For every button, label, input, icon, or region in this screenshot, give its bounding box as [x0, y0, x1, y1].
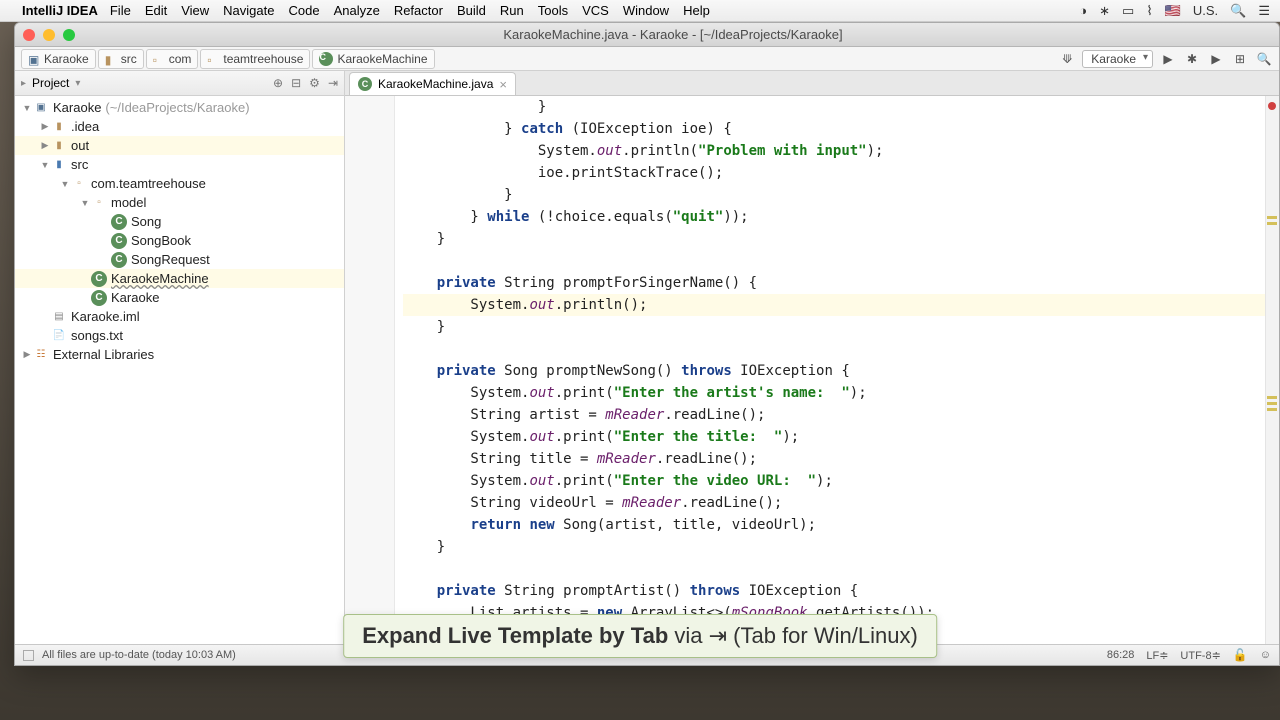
- warning-mark[interactable]: [1267, 396, 1277, 399]
- productivity-tooltip: Expand Live Template by Tab via ⇥ (Tab f…: [343, 614, 937, 658]
- crumb-class[interactable]: CKaraokeMachine: [312, 49, 434, 69]
- error-stripe[interactable]: [1265, 96, 1279, 644]
- panel-title: Project: [32, 76, 69, 90]
- caret-position[interactable]: 86:28: [1107, 649, 1135, 661]
- menu-vcs[interactable]: VCS: [582, 3, 609, 18]
- menu-analyze[interactable]: Analyze: [334, 3, 380, 18]
- editor-tabs: C KaraokeMachine.java ×: [345, 71, 1279, 96]
- window-minimize-button[interactable]: [43, 29, 55, 41]
- menu-window[interactable]: Window: [623, 3, 669, 18]
- tree-class-song[interactable]: CSong: [15, 212, 344, 231]
- wifi-icon[interactable]: ⌇: [1146, 3, 1152, 19]
- collapse-icon[interactable]: ⊟: [291, 76, 301, 90]
- editor: C KaraokeMachine.java × } }: [345, 71, 1279, 644]
- titlebar[interactable]: KaraokeMachine.java - Karaoke - [~/IdeaP…: [15, 23, 1279, 47]
- status-message: All files are up-to-date (today 10:03 AM…: [42, 649, 236, 661]
- navigation-bar: ▣Karaoke ▮src ▫com ▫teamtreehouse CKarao…: [15, 47, 1279, 71]
- gear-icon[interactable]: ⚙: [309, 76, 320, 90]
- run-config-dropdown[interactable]: Karaoke: [1082, 50, 1153, 68]
- run-button[interactable]: ▶: [1159, 50, 1177, 68]
- status-icon[interactable]: [23, 650, 34, 661]
- mac-menubar: IntelliJ IDEA File Edit View Navigate Co…: [0, 0, 1280, 22]
- menu-edit[interactable]: Edit: [145, 3, 167, 18]
- spotlight-icon[interactable]: 🔍: [1230, 3, 1246, 19]
- tree-pkg[interactable]: ▼▫com.teamtreehouse: [15, 174, 344, 193]
- menu-code[interactable]: Code: [288, 3, 319, 18]
- tree-ext-lib[interactable]: ▶☷External Libraries: [15, 345, 344, 364]
- tree-class-songbook[interactable]: CSongBook: [15, 231, 344, 250]
- flag-icon[interactable]: 🇺🇸: [1165, 3, 1181, 19]
- scroll-to-icon[interactable]: ⊕: [273, 76, 283, 90]
- app-name[interactable]: IntelliJ IDEA: [22, 3, 98, 18]
- hide-icon[interactable]: ⇥: [328, 76, 338, 90]
- crumb-com[interactable]: ▫com: [146, 49, 199, 69]
- line-separator[interactable]: LF≑: [1146, 649, 1168, 662]
- structure-button[interactable]: ⊞: [1231, 50, 1249, 68]
- locale-text[interactable]: U.S.: [1193, 3, 1218, 18]
- menu-tools[interactable]: Tools: [538, 3, 568, 18]
- menu-navigate[interactable]: Navigate: [223, 3, 274, 18]
- error-indicator-icon[interactable]: [1268, 102, 1276, 110]
- tree-class-songrequest[interactable]: CSongRequest: [15, 250, 344, 269]
- tab-label: KaraokeMachine.java: [378, 77, 493, 91]
- tree-idea[interactable]: ▶▮.idea: [15, 117, 344, 136]
- menu-build[interactable]: Build: [457, 3, 486, 18]
- crumb-pkg[interactable]: ▫teamtreehouse: [200, 49, 310, 69]
- hector-icon[interactable]: ☺: [1260, 649, 1271, 661]
- gutter[interactable]: [345, 96, 395, 644]
- bluetooth-icon[interactable]: ∗: [1099, 3, 1110, 19]
- display-icon[interactable]: ▭: [1122, 3, 1134, 19]
- warning-mark[interactable]: [1267, 216, 1277, 219]
- menu-icon[interactable]: ☰: [1258, 3, 1270, 19]
- menu-refactor[interactable]: Refactor: [394, 3, 443, 18]
- window-title: KaraokeMachine.java - Karaoke - [~/IdeaP…: [75, 27, 1271, 42]
- tray-icon[interactable]: ◑: [1079, 3, 1087, 18]
- warning-mark[interactable]: [1267, 408, 1277, 411]
- debug-button[interactable]: ✱: [1183, 50, 1201, 68]
- editor-tab[interactable]: C KaraokeMachine.java ×: [349, 72, 516, 95]
- project-panel-header[interactable]: ▸ Project ▾ ⊕ ⊟ ⚙ ⇥: [15, 71, 344, 96]
- warning-mark[interactable]: [1267, 402, 1277, 405]
- system-tray: ◑ ∗ ▭ ⌇ 🇺🇸 U.S. 🔍 ☰: [1079, 3, 1270, 19]
- ide-window: KaraokeMachine.java - Karaoke - [~/IdeaP…: [14, 22, 1280, 666]
- menu-help[interactable]: Help: [683, 3, 710, 18]
- tree-songs[interactable]: 📄songs.txt: [15, 326, 344, 345]
- project-tool-window: ▸ Project ▾ ⊕ ⊟ ⚙ ⇥ ▼▣Karaoke(~/IdeaProj…: [15, 71, 345, 644]
- tree-class-karaokemachine[interactable]: CKaraokeMachine: [15, 269, 344, 288]
- class-icon: C: [358, 77, 372, 91]
- tree-out[interactable]: ▶▮out: [15, 136, 344, 155]
- crumb-src[interactable]: ▮src: [98, 49, 144, 69]
- menu-file[interactable]: File: [110, 3, 131, 18]
- window-zoom-button[interactable]: [63, 29, 75, 41]
- search-icon[interactable]: 🔍: [1255, 50, 1273, 68]
- coverage-button[interactable]: ▶: [1207, 50, 1225, 68]
- tree-root[interactable]: ▼▣Karaoke(~/IdeaProjects/Karaoke): [15, 98, 344, 117]
- project-tree[interactable]: ▼▣Karaoke(~/IdeaProjects/Karaoke) ▶▮.ide…: [15, 96, 344, 644]
- tree-iml[interactable]: ▤Karaoke.iml: [15, 307, 344, 326]
- code-area[interactable]: } } catch (IOException ioe) { System.out…: [395, 96, 1265, 644]
- tree-src[interactable]: ▼▮src: [15, 155, 344, 174]
- close-icon[interactable]: ×: [499, 77, 507, 92]
- lock-icon[interactable]: 🔓: [1233, 648, 1248, 662]
- encoding[interactable]: UTF-8≑: [1180, 649, 1220, 662]
- make-icon[interactable]: ⟱: [1058, 50, 1076, 68]
- menu-run[interactable]: Run: [500, 3, 524, 18]
- menu-view[interactable]: View: [181, 3, 209, 18]
- tree-model[interactable]: ▼▫model: [15, 193, 344, 212]
- crumb-project[interactable]: ▣Karaoke: [21, 49, 96, 69]
- tree-class-karaoke[interactable]: CKaraoke: [15, 288, 344, 307]
- warning-mark[interactable]: [1267, 222, 1277, 225]
- window-close-button[interactable]: [23, 29, 35, 41]
